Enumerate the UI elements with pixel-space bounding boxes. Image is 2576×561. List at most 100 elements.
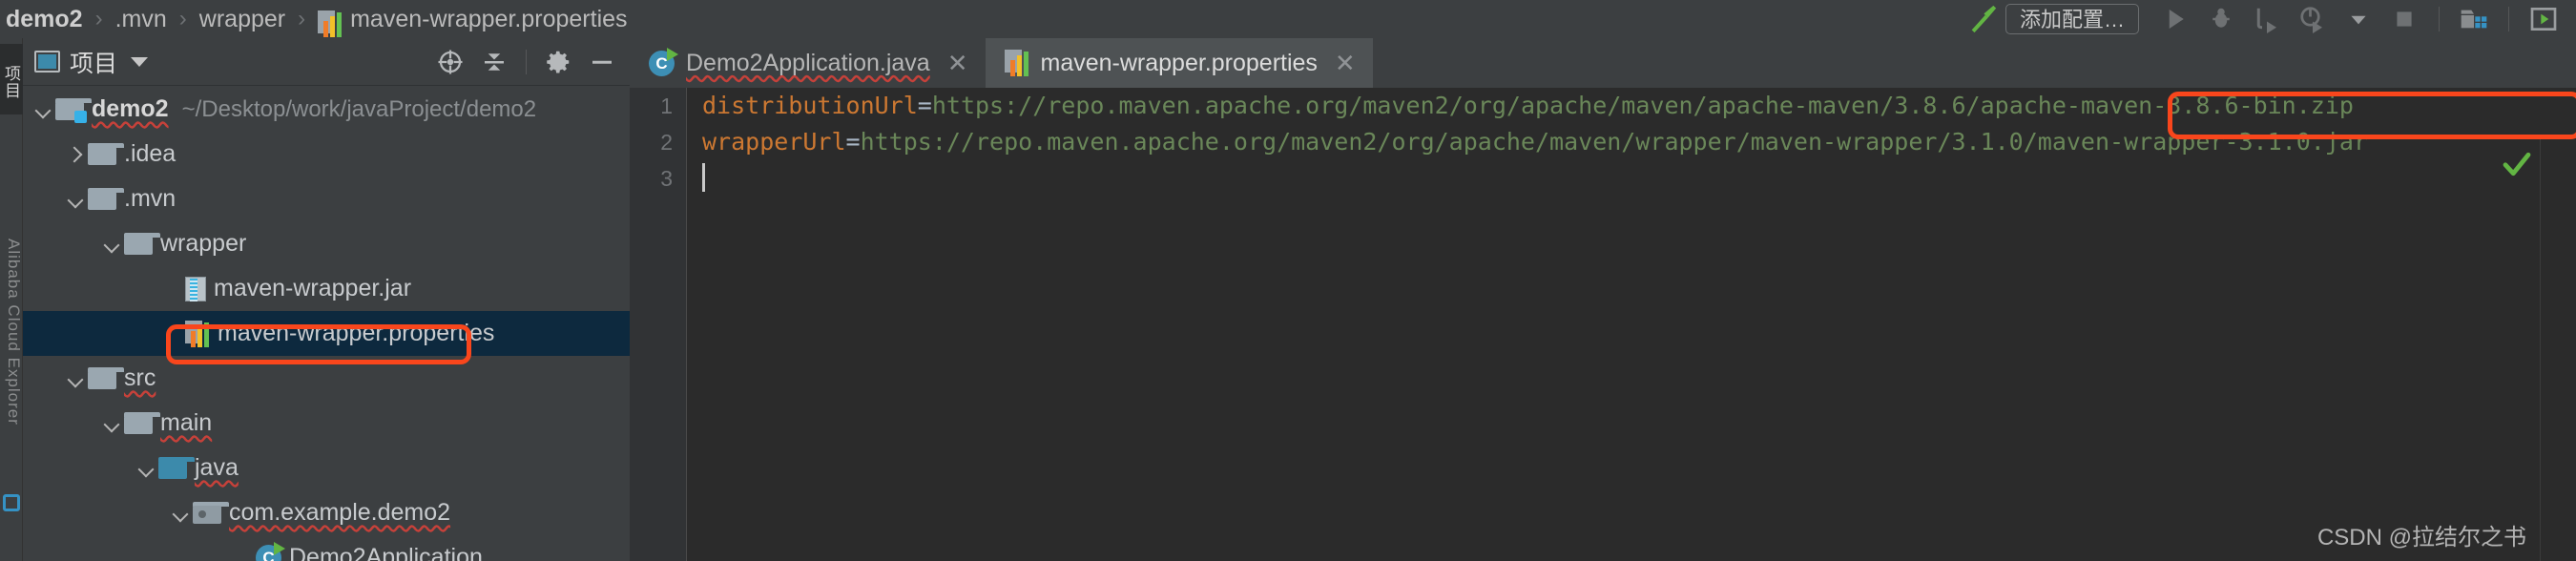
run-anything-icon[interactable] [2521,0,2566,38]
minus-icon[interactable] [584,44,620,80]
project-panel-title: 项目 [70,50,118,77]
editor-scrollbar-track[interactable] [2540,137,2576,561]
tree-node-package[interactable]: com.example.demo2 [23,490,630,535]
run-toolbar: 添加配置… [1960,0,2576,38]
breadcrumb: demo2 › .mvn › wrapper › maven-wrapper.p… [0,0,628,38]
rail-item-project[interactable]: 项目 [0,44,23,114]
tree-node-mvn[interactable]: .mvn [23,177,630,221]
stop-icon[interactable] [2381,0,2427,38]
crosshair-icon[interactable] [432,44,468,80]
green-check-icon[interactable] [2500,147,2534,181]
close-icon[interactable]: ✕ [947,49,968,78]
tree-node-label: maven-wrapper.jar [214,275,412,301]
editor-tab-maven-wrapper-properties[interactable]: maven-wrapper.properties ✕ [985,38,1373,88]
chevron-down-icon[interactable] [168,501,193,526]
chevron-down-icon[interactable] [63,187,88,212]
tree-node-idea[interactable]: .idea [23,132,630,177]
line-number: 2 [660,130,673,155]
profiler-icon[interactable] [2290,0,2336,38]
property-value: https://repo.maven.apache.org/maven2/org… [931,92,1981,119]
tree-node-main[interactable]: main [23,401,630,446]
play-icon[interactable] [2152,0,2198,38]
intellij-idea-window: demo2 › .mvn › wrapper › maven-wrapper.p… [0,0,2576,561]
properties-file-icon [1004,50,1029,76]
property-key: distributionUrl [702,92,918,119]
editor-tab-label: Demo2Application.java [686,49,930,76]
source-folder-icon [158,457,195,479]
breadcrumb-separator: › [94,6,103,31]
add-configuration-button[interactable]: 添加配置… [2005,4,2139,34]
tree-node-path: ~/Desktop/work/javaProject/demo2 [181,95,537,122]
hammer-icon[interactable] [1960,0,2005,38]
code-line-2: wrapperUrl=https://repo.maven.apache.org… [702,124,2576,160]
folder-icon [88,188,124,210]
text-caret [702,163,705,192]
chevron-down-icon[interactable] [134,456,158,481]
chevron-down-icon[interactable] [31,97,55,122]
breadcrumb-separator: › [298,6,306,31]
tree-node-label: java [195,454,239,481]
chevron-down-icon[interactable] [131,56,149,67]
breadcrumb-item-demo2[interactable]: demo2 [6,0,83,38]
property-value: https://repo.maven.apache.org/maven2/org… [860,128,2368,156]
property-equals: = [917,92,932,119]
chevron-down-icon[interactable] [2336,0,2381,38]
folder-icon [124,412,160,434]
java-class-runnable-icon [649,47,678,76]
chevron-down-icon[interactable] [99,411,124,436]
tree-node-demo2[interactable]: demo2 ~/Desktop/work/javaProject/demo2 [23,87,630,132]
tree-node-wrapper[interactable]: wrapper [23,221,630,266]
breadcrumb-item-maven-wrapper-properties[interactable]: maven-wrapper.properties [350,0,627,38]
folder-icon [124,233,160,255]
gear-icon[interactable] [540,44,576,80]
chevron-right-icon[interactable] [63,142,88,167]
project-panel-actions [432,44,620,80]
chevron-down-icon[interactable] [99,232,124,257]
tree-node-label: demo2 [92,95,169,122]
toolbar-divider [2508,7,2509,31]
top-bar: demo2 › .mvn › wrapper › maven-wrapper.p… [0,0,2576,38]
terminal-icon[interactable] [3,494,20,511]
project-tool-window-icon [34,51,60,73]
code-line-3 [702,160,2576,197]
panel-action-divider [526,49,527,74]
breadcrumb-item-wrapper[interactable]: wrapper [199,0,285,38]
code-editor[interactable]: 1 2 3 distributionUrl=https://repo.maven… [630,88,2576,561]
package-icon [193,502,229,524]
tree-node-label: .idea [124,140,177,167]
tree-node-src[interactable]: src [23,356,630,401]
editor-area: Demo2Application.java ✕ maven-wrapper.pr… [630,38,2576,561]
services-icon[interactable] [2451,0,2497,38]
close-icon[interactable]: ✕ [1335,49,1356,78]
tree-node-java[interactable]: java [23,446,630,490]
java-class-runnable-icon [256,542,285,561]
editor-tab-label: maven-wrapper.properties [1040,49,1318,76]
coverage-icon[interactable] [2244,0,2290,38]
bug-icon[interactable] [2198,0,2244,38]
tree-node-demo2application[interactable]: Demo2Application [23,535,630,561]
project-tool-window: 项目 demo2 ~/Desktop/work/javaProject/demo… [23,38,630,561]
project-tree: demo2 ~/Desktop/work/javaProject/demo2 .… [23,87,630,561]
tree-node-label: .mvn [124,185,177,212]
chevron-down-icon[interactable] [63,366,88,391]
tree-node-label: Demo2Application [289,544,483,561]
collapse-all-icon[interactable] [476,44,512,80]
rail-item-alibaba-cloud-explorer[interactable]: Alibaba Cloud Explorer [0,239,23,426]
tree-node-maven-wrapper-jar[interactable]: maven-wrapper.jar [23,266,630,311]
breadcrumb-item-mvn[interactable]: .mvn [115,0,167,38]
line-number-gutter: 1 2 3 [630,88,687,561]
module-folder-icon [55,98,92,123]
code-lines[interactable]: distributionUrl=https://repo.maven.apach… [702,88,2576,561]
property-value-highlighted: apache-maven-3.8.6-bin.zip [1980,92,2354,119]
tree-node-label: wrapper [160,230,247,257]
watermark: CSDN @拉结尔之书 [2316,525,2526,551]
toolbar-divider [2439,7,2440,31]
editor-tab-demo2application[interactable]: Demo2Application.java ✕ [630,38,986,88]
tree-node-maven-wrapper-properties[interactable]: maven-wrapper.properties [23,311,630,356]
editor-tab-bar: Demo2Application.java ✕ maven-wrapper.pr… [630,38,2576,88]
line-number: 3 [660,166,673,191]
folder-icon [88,143,124,165]
